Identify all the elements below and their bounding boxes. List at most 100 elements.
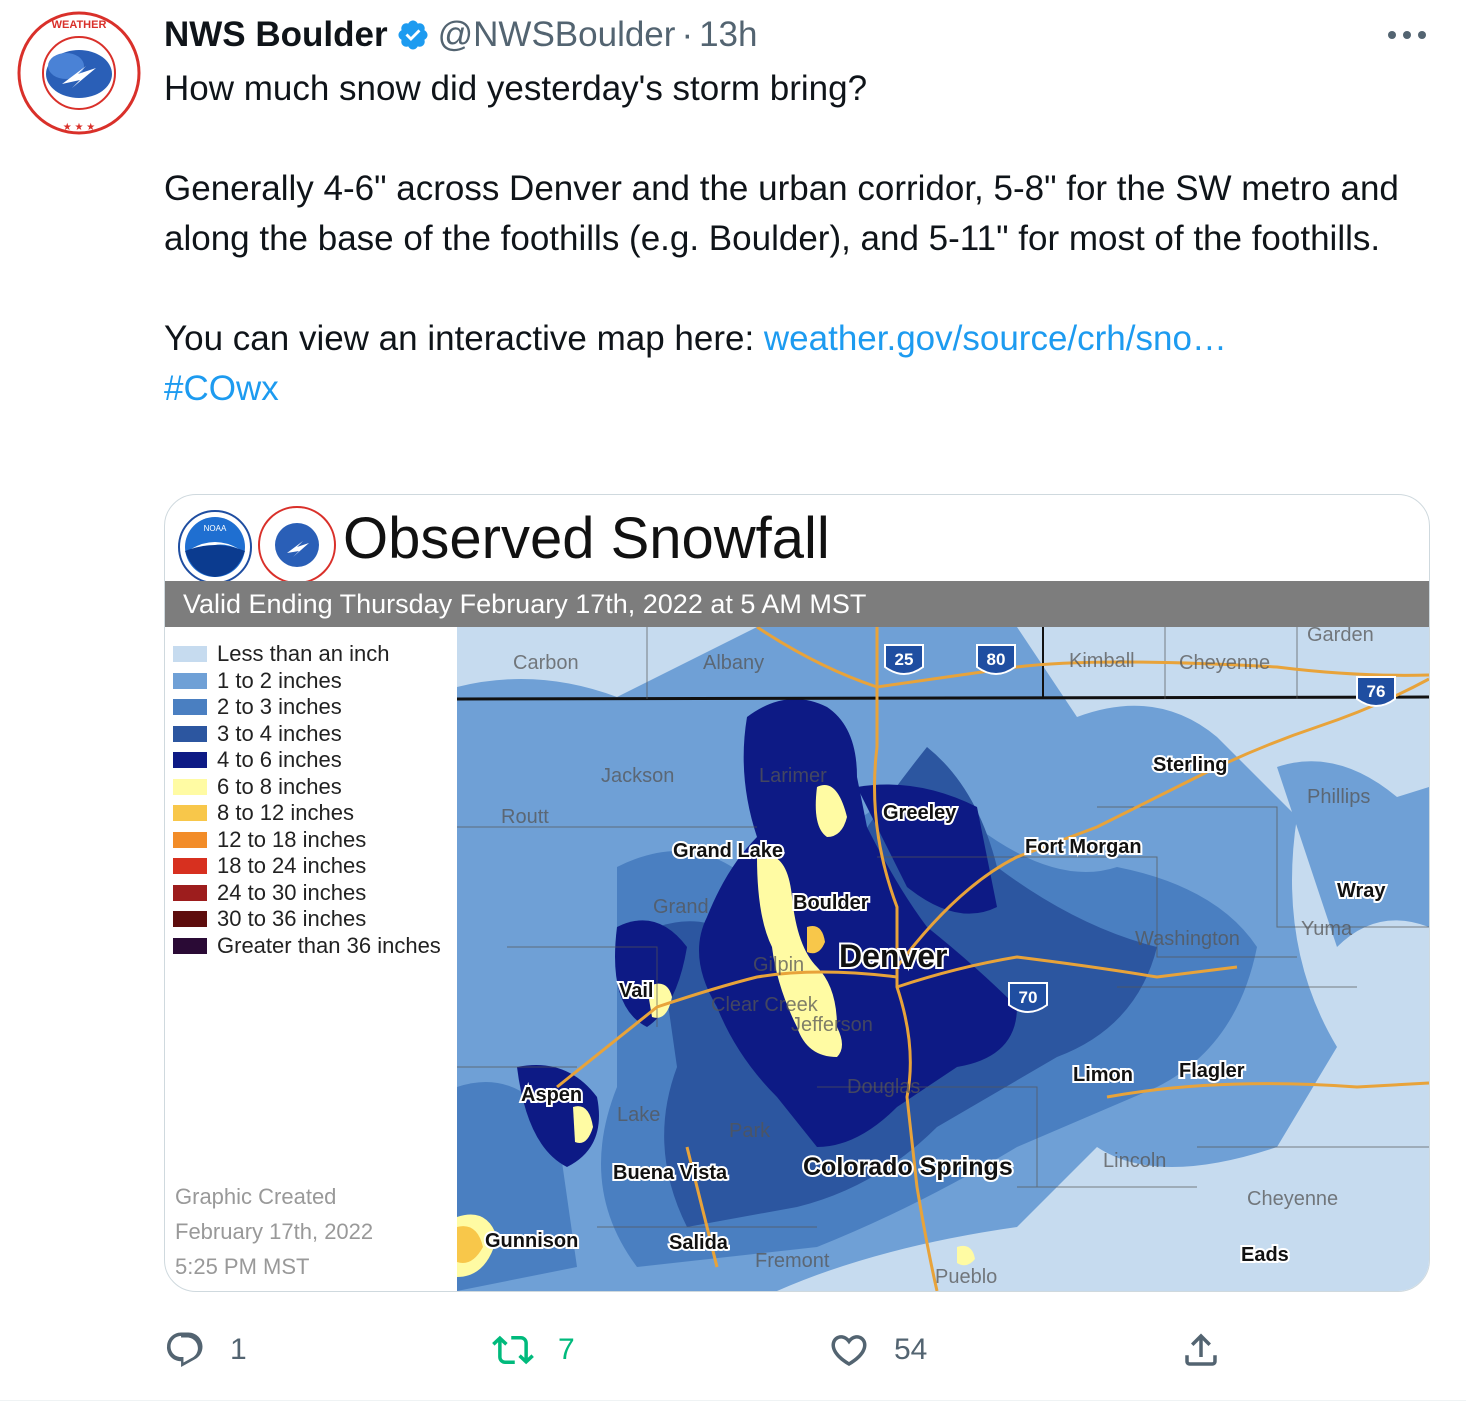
map-label-aspen: Aspen: [521, 1084, 582, 1106]
map-label-vail: Vail: [619, 980, 653, 1002]
display-name[interactable]: NWS Boulder: [164, 15, 388, 55]
legend-item: 3 to 4 inches: [169, 721, 457, 748]
nws-logo-icon: WEATHER ★ ★ ★: [17, 11, 141, 135]
tweet-header: NWS Boulder @NWSBoulder · 13h: [164, 12, 758, 58]
map-label-douglas: Douglas: [847, 1076, 920, 1098]
map-label-wray: Wray: [1337, 880, 1386, 902]
link-prefix-text: You can view an interactive map here:: [164, 319, 764, 358]
verified-badge-icon: [398, 20, 428, 50]
interstate-shield-76: 76: [1356, 676, 1396, 707]
reply-icon: [166, 1332, 203, 1367]
map-label-grand: Grand: [653, 896, 709, 918]
map-label-denver: Denver: [839, 938, 948, 974]
map-label-gilpin: Gilpin: [753, 954, 804, 976]
map-label-jackson: Jackson: [601, 765, 674, 787]
retweet-icon: [492, 1335, 534, 1365]
map-label-colorado-springs: Colorado Springs: [803, 1153, 1013, 1181]
tweet-text: How much snow did yesterday's storm brin…: [164, 64, 1434, 414]
legend-swatch: [173, 699, 207, 716]
legend-item: 6 to 8 inches: [169, 774, 457, 801]
map-label-phillips: Phillips: [1307, 786, 1370, 808]
avatar[interactable]: WEATHER ★ ★ ★: [14, 8, 144, 138]
legend-swatch: [173, 778, 207, 795]
legend-label: 30 to 36 inches: [217, 906, 367, 932]
map-label-lincoln: Lincoln: [1103, 1150, 1166, 1172]
interstate-shield-25: 25: [884, 644, 924, 675]
map-label-eads: Eads: [1241, 1244, 1289, 1266]
map-label-garden: Garden: [1307, 627, 1374, 646]
share-icon: [1185, 1333, 1217, 1366]
graphic-created-note: Graphic Created February 17th, 2022 5:25…: [175, 1179, 373, 1284]
legend-item: 1 to 2 inches: [169, 668, 457, 695]
shield-label: 70: [1019, 988, 1038, 1007]
share-button[interactable]: [1180, 1322, 1246, 1378]
map-label-clear-creek: Clear Creek: [711, 994, 819, 1016]
shield-label: 76: [1367, 682, 1386, 701]
map-label-pueblo: Pueblo: [935, 1266, 997, 1288]
legend-item: 2 to 3 inches: [169, 694, 457, 721]
legend-swatch: [173, 752, 207, 769]
legend-item: 4 to 6 inches: [169, 747, 457, 774]
map-label-greeley: Greeley: [883, 802, 957, 824]
more-horizontal-icon: [1388, 31, 1426, 39]
legend-label: 18 to 24 inches: [217, 853, 367, 879]
noaa-logo-icon: NOAA: [178, 510, 252, 584]
hashtag-link[interactable]: #COwx: [164, 369, 279, 408]
legend-label: 1 to 2 inches: [217, 667, 342, 693]
more-button[interactable]: [1384, 20, 1430, 50]
legend-label: 24 to 30 inches: [217, 879, 367, 905]
map-label-albany: Albany: [703, 652, 764, 674]
legend-item: 8 to 12 inches: [169, 800, 457, 827]
media-image[interactable]: NOAA Observed Snowfall Valid Ending Thur…: [164, 494, 1430, 1292]
like-button[interactable]: 54: [828, 1322, 927, 1378]
map-label-grand-lake: Grand Lake: [673, 840, 783, 862]
map-label-washington: Washington: [1135, 928, 1240, 950]
map-legend: Less than an inch 1 to 2 inches 2 to 3 i…: [169, 641, 457, 959]
legend-swatch: [173, 831, 207, 848]
legend-item: Less than an inch: [169, 641, 457, 668]
retweet-button[interactable]: 7: [492, 1322, 575, 1378]
legend-item: 30 to 36 inches: [169, 906, 457, 933]
legend-item: 24 to 30 inches: [169, 880, 457, 907]
like-count: 54: [894, 1333, 928, 1366]
external-link[interactable]: weather.gov/source/crh/sno…: [764, 319, 1227, 358]
interstate-shield-80: 80: [976, 644, 1016, 675]
timestamp[interactable]: 13h: [699, 15, 757, 55]
tweet-text-line: How much snow did yesterday's storm brin…: [164, 69, 868, 108]
legend-swatch: [173, 911, 207, 928]
tweet-text-paragraph: Generally 4-6" across Denver and the urb…: [164, 169, 1399, 258]
map-label-flagler: Flagler: [1179, 1060, 1245, 1082]
legend-label: 12 to 18 inches: [217, 826, 367, 852]
heart-icon: [831, 1335, 867, 1367]
interstate-shield-70: 70: [1008, 982, 1048, 1013]
legend-swatch: [173, 884, 207, 901]
svg-text:WEATHER: WEATHER: [52, 19, 107, 31]
state-border: [457, 695, 1429, 701]
legend-item: Greater than 36 inches: [169, 933, 457, 960]
map-label-lake: Lake: [617, 1104, 660, 1126]
legend-label: 8 to 12 inches: [217, 800, 354, 826]
map-title: Observed Snowfall: [343, 506, 830, 571]
handle[interactable]: @NWSBoulder: [438, 15, 676, 55]
legend-item: 12 to 18 inches: [169, 827, 457, 854]
nws-logo-small-icon: [258, 506, 336, 584]
legend-label: Greater than 36 inches: [217, 932, 441, 958]
snowfall-map: 25 80 76 70 Carbon Albany Kimball Cheyen…: [457, 627, 1429, 1291]
tweet-text-paragraph: You can view an interactive map here: we…: [164, 314, 1434, 364]
map-label-fremont: Fremont: [755, 1250, 830, 1272]
svg-text:★ ★ ★: ★ ★ ★: [63, 122, 95, 133]
legend-swatch: [173, 672, 207, 689]
map-label-routt: Routt: [501, 806, 549, 828]
map-label-jefferson: Jefferson: [791, 1014, 873, 1036]
legend-label: 3 to 4 inches: [217, 720, 342, 746]
map-label-sterling: Sterling: [1153, 754, 1227, 776]
created-line: Graphic Created: [175, 1184, 337, 1209]
tweet-actions: 1 7 54: [164, 1322, 1264, 1382]
svg-text:NOAA: NOAA: [204, 524, 227, 533]
map-label-boulder: Boulder: [793, 892, 869, 914]
map-label-larimer: Larimer: [759, 765, 827, 787]
retweet-count: 7: [558, 1333, 575, 1366]
map-label-cheyenne-co: Cheyenne: [1247, 1188, 1338, 1210]
legend-item: 18 to 24 inches: [169, 853, 457, 880]
reply-button[interactable]: 1: [164, 1322, 247, 1378]
